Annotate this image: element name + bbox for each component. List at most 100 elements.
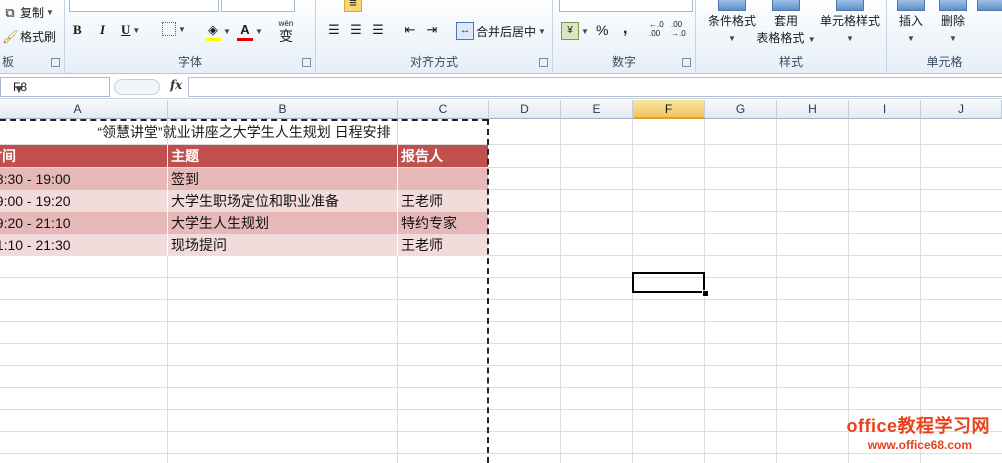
ribbon: ⧉ 复制 ▼ 🖌 格式刷 板 B I U ▼ ▼ ◈ ▼ A ▼ wén 变 字体 [0,0,1002,74]
header-speaker[interactable]: 报告人 [398,145,487,167]
font-group-label: 字体 [177,55,202,69]
decrease-indent-button[interactable]: ⇤ [402,22,418,38]
increase-indent-button[interactable]: ⇥ [424,22,440,38]
merge-cells-icon: ↔ [456,22,474,40]
underline-button[interactable]: U ▼ [121,22,140,38]
currency-icon: ¥ [561,22,579,40]
watermark-url: www.office68.com [867,438,972,452]
chevron-down-icon: ▼ [132,25,141,35]
accounting-format-button[interactable]: ¥ ▼ [561,22,589,40]
alignment-launcher-icon[interactable] [539,58,548,67]
top-align-button[interactable]: ≡ [344,0,362,12]
conditional-format-icon [718,0,746,11]
row-speaker[interactable]: 王老师 [398,234,487,256]
formula-input[interactable] [188,77,1002,97]
underline-glyph: U [121,22,131,37]
align-right-icon: ☰ [372,22,384,37]
bold-button[interactable]: B [73,22,82,38]
column-header-G[interactable]: G [705,100,777,119]
chevron-down-icon: ▼ [46,8,54,17]
font-color-button[interactable]: A ▼ [237,22,263,41]
font-launcher-icon[interactable] [302,58,311,67]
column-header-D[interactable]: D [489,100,561,119]
copy-button[interactable]: ⧉ 复制 ▼ [2,4,54,21]
align-right-button[interactable]: ☰ [370,22,386,38]
column-header-J[interactable]: J [921,100,1002,119]
copy-icon: ⧉ [5,4,15,20]
row-topic[interactable]: 大学生职场定位和职业准备 [168,190,397,212]
number-launcher-icon[interactable] [682,58,691,67]
row-time[interactable]: 19:20 - 21:10 [0,212,167,234]
format-painter-button[interactable]: 🖌 格式刷 [2,28,56,45]
column-header-A[interactable]: A [0,100,168,119]
gridline-vertical [560,119,561,463]
clipboard-group: ⧉ 复制 ▼ 🖌 格式刷 板 [0,0,65,73]
alignment-group: ≡ ☰ ☰ ☰ ⇤ ⇥ ↔ 合并后居中 ▼ 对齐方式 [316,0,553,73]
comma-button[interactable]: , [623,20,627,38]
align-left-button[interactable]: ☰ [326,22,342,38]
header-time[interactable]: 时间 [0,145,167,167]
format-cells-button[interactable] [977,0,1002,13]
format-as-table-line1: 套用 [773,14,798,28]
number-format-combo[interactable] [559,0,693,12]
insert-function-icon[interactable]: fx [170,78,182,92]
row-topic[interactable]: 现场提问 [168,234,397,256]
phonetic-icon: 变 [279,28,293,44]
fill-handle[interactable] [702,290,709,297]
clipboard-launcher-icon[interactable] [51,58,60,67]
paintbrush-icon: 🖌 [2,28,19,44]
font-size-combo[interactable] [221,0,295,12]
italic-button[interactable]: I [100,22,105,38]
delete-button[interactable]: 删除 ▼ [931,0,975,47]
align-center-icon: ☰ [350,22,362,37]
row-time[interactable]: 18:30 - 19:00 [0,168,167,190]
column-header-E[interactable]: E [561,100,633,119]
row-topic[interactable]: 大学生人生规划 [168,212,397,234]
decrease-decimal-button[interactable]: .00 →.0 [671,20,686,38]
active-cell-F8[interactable] [632,272,705,293]
row-topic[interactable]: 签到 [168,168,397,190]
column-header-H[interactable]: H [777,100,849,119]
chevron-down-icon: ▼ [538,26,546,36]
delete-cells-icon [939,0,967,11]
column-header-C[interactable]: C [398,100,489,119]
column-header-B[interactable]: B [168,100,398,119]
row-speaker[interactable] [398,168,487,190]
increase-decimal-button[interactable]: ←.0 .00 [649,20,664,38]
styles-group-label: 样式 [778,55,803,69]
chevron-down-icon: ▼ [949,34,957,43]
align-top-icon: ≡ [344,0,362,12]
column-header-I[interactable]: I [849,100,921,119]
delete-label: 删除 [940,14,965,28]
align-center-button[interactable]: ☰ [348,22,364,38]
phonetic-glyph: wén [278,19,294,28]
font-name-combo[interactable] [69,0,219,12]
row-time[interactable]: 19:00 - 19:20 [0,190,167,212]
column-header-F[interactable]: F [633,100,705,119]
row-time[interactable]: 21:10 - 21:30 [0,234,167,256]
formula-bar: F8 ▼ fx [0,74,1002,99]
table-row: 19:20 - 21:10 大学生人生规划 特约专家 [0,212,488,234]
borders-button[interactable]: ▼ [162,22,186,36]
formula-controls: fx [112,77,186,95]
fill-color-button[interactable]: ◈ ▼ [205,22,231,41]
formula-bar-splitter[interactable] [114,79,160,95]
row-speaker[interactable]: 特约专家 [398,212,487,234]
page-break-line [487,119,489,463]
name-box[interactable]: F8 ▼ [0,77,110,97]
merge-center-button[interactable]: ↔ 合并后居中 ▼ [456,22,546,40]
insert-cells-icon [897,0,925,11]
chevron-down-icon: ▼ [907,34,915,43]
decrease-indent-icon: ⇤ [404,22,416,37]
increase-indent-icon: ⇥ [426,22,438,37]
schedule-title[interactable]: “领慧讲堂”就业讲座之大学生人生规划 日程安排 [0,120,488,144]
number-group: ¥ ▼ % , ←.0 .00 .00 →.0 数字 [553,0,696,73]
chevron-down-icon: ▼ [255,27,263,36]
format-as-table-button[interactable]: 套用 表格格式 ▼ [754,0,818,48]
row-speaker[interactable]: 王老师 [398,190,487,212]
percent-button[interactable]: % [596,22,608,38]
insert-button[interactable]: 插入 ▼ [889,0,933,47]
phonetic-button[interactable]: wén 变 [278,19,294,45]
cell-styles-button[interactable]: 单元格样式 ▼ [816,0,884,47]
header-topic[interactable]: 主题 [168,145,397,167]
